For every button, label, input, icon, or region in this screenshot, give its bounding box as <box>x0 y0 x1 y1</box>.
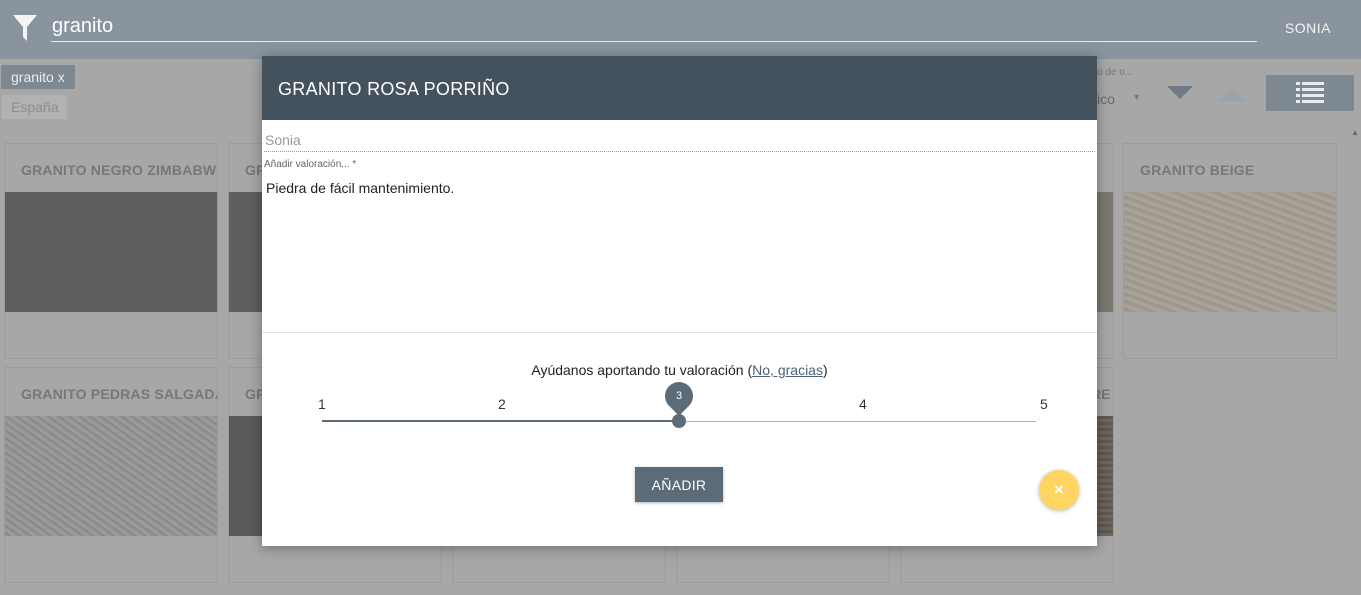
no-thanks-link[interactable]: No, gracias <box>752 362 823 378</box>
rating-slider-thumb[interactable] <box>672 414 686 428</box>
paren-open: ( <box>743 362 753 378</box>
card-title: GRANITO PEDRAS SALGADAS <box>21 386 218 402</box>
user-name[interactable]: SONIA <box>1285 20 1331 36</box>
search-input[interactable] <box>51 12 1257 42</box>
paren-close: ) <box>822 362 828 378</box>
product-card[interactable]: GRANITO PEDRAS SALGADAS <box>4 367 218 583</box>
filter-icon[interactable] <box>13 15 37 41</box>
dialog-header: GRANITO ROSA PORRIÑO <box>262 56 1097 120</box>
dialog-title: GRANITO ROSA PORRIÑO <box>278 79 510 99</box>
card-image <box>1124 192 1336 312</box>
product-card[interactable]: GRANITO NEGRO ZIMBABWE <box>4 143 218 359</box>
chevron-down-icon[interactable]: ▾ <box>1134 92 1139 103</box>
textarea-divider <box>262 332 1097 333</box>
review-label: Añadir valoración... * <box>264 159 357 170</box>
product-card[interactable]: GRANITO BEIGE <box>1123 143 1337 359</box>
review-textarea[interactable]: Piedra de fácil mantenimiento. <box>266 180 1092 320</box>
card-title: GRANITO BEIGE <box>1140 162 1255 178</box>
rating-slider-track[interactable] <box>679 421 1036 422</box>
list-view-button[interactable] <box>1266 75 1354 111</box>
scroll-up-icon[interactable]: ▲ <box>1351 128 1359 137</box>
card-image <box>5 192 217 312</box>
list-icon <box>1296 82 1324 103</box>
author-field <box>264 128 1095 152</box>
rating-prompt: Ayúdanos aportando tu valoración (No, gr… <box>262 362 1097 378</box>
card-image <box>5 416 217 536</box>
review-dialog: GRANITO ROSA PORRIÑO Añadir valoración..… <box>262 56 1097 546</box>
order-select[interactable]: ico <box>1097 91 1115 107</box>
filter-chip-granito[interactable]: granito x <box>1 65 75 89</box>
rating-tick-5[interactable]: 5 <box>1040 396 1048 412</box>
close-button[interactable]: × <box>1039 470 1079 510</box>
sort-ascending-icon[interactable] <box>1219 88 1245 101</box>
filter-chip-espana[interactable]: España <box>2 95 68 119</box>
rating-tick-4[interactable]: 4 <box>859 396 867 412</box>
rating-slider-track-filled[interactable] <box>322 420 679 422</box>
rating-tick-1[interactable]: 1 <box>318 396 326 412</box>
sort-descending-icon[interactable] <box>1167 86 1193 99</box>
rating-prompt-text: Ayúdanos aportando tu valoración <box>531 362 744 378</box>
top-bar: SONIA <box>0 0 1361 59</box>
order-label: o de o... <box>1097 67 1134 78</box>
rating-value: 3 <box>675 390 683 402</box>
add-button[interactable]: AÑADIR <box>635 467 723 502</box>
rating-tick-2[interactable]: 2 <box>498 396 506 412</box>
scrollbar[interactable] <box>1349 125 1361 595</box>
card-title: GRANITO NEGRO ZIMBABWE <box>21 162 218 178</box>
